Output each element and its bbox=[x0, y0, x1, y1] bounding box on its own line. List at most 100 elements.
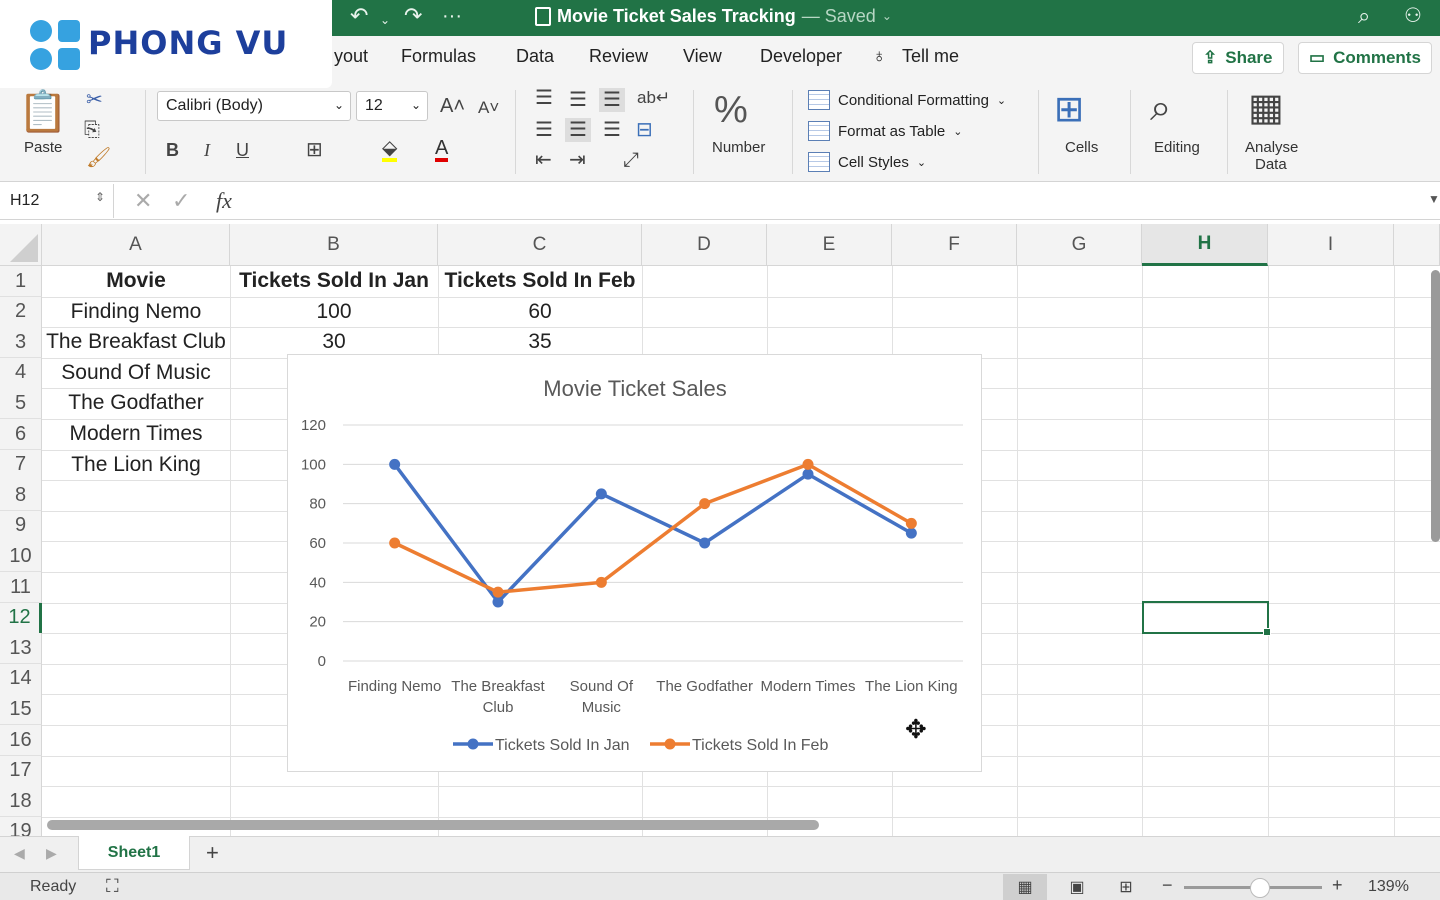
sheet-tab-sheet1[interactable]: Sheet1 bbox=[78, 836, 190, 870]
borders-icon[interactable]: ⊞ bbox=[306, 140, 323, 160]
horizontal-scrollbar[interactable] bbox=[47, 820, 819, 830]
data-cell-c2[interactable]: 60 bbox=[438, 297, 642, 327]
cells-icon[interactable]: ⊞ bbox=[1054, 90, 1084, 128]
tab-page-layout[interactable]: yout bbox=[334, 46, 368, 67]
row-header-17[interactable]: 17 bbox=[0, 755, 42, 787]
tab-review[interactable]: Review bbox=[589, 46, 648, 67]
increase-indent-icon[interactable]: ⇥ bbox=[569, 150, 586, 170]
bold-button[interactable]: B bbox=[166, 140, 179, 160]
row-header-2[interactable]: 2 bbox=[0, 296, 42, 328]
tab-developer[interactable]: Developer bbox=[760, 46, 842, 67]
increase-font-icon[interactable]: A˄ bbox=[440, 96, 465, 116]
row-header-7[interactable]: 7 bbox=[0, 449, 42, 481]
data-cell-c3[interactable]: 35 bbox=[438, 327, 642, 357]
row-header-3[interactable]: 3 bbox=[0, 327, 42, 359]
align-right-icon[interactable]: ☰ bbox=[603, 120, 621, 140]
tab-view[interactable]: View bbox=[683, 46, 722, 67]
row-header-5[interactable]: 5 bbox=[0, 388, 42, 420]
tab-formulas[interactable]: Formulas bbox=[401, 46, 476, 67]
function-icon[interactable]: fx bbox=[216, 188, 232, 214]
undo-icon[interactable]: ↶ bbox=[350, 2, 368, 30]
zoom-out-button[interactable]: − bbox=[1162, 875, 1173, 896]
data-cell-b2[interactable]: 100 bbox=[230, 297, 438, 327]
decrease-indent-icon[interactable]: ⇤ bbox=[535, 150, 552, 170]
align-middle-icon[interactable]: ☰ bbox=[569, 90, 587, 110]
comments-button[interactable]: ▭ Comments bbox=[1298, 42, 1432, 74]
format-painter-icon[interactable]: 🖌 bbox=[86, 148, 111, 168]
format-as-table-button[interactable]: Format as Table ⌄ bbox=[808, 121, 963, 141]
data-cell-b3[interactable]: 30 bbox=[230, 327, 438, 357]
header-cell-b1[interactable]: Tickets Sold In Jan bbox=[230, 266, 438, 296]
row-header-1[interactable]: 1 bbox=[0, 266, 42, 297]
align-bottom-icon[interactable]: ☰ bbox=[599, 88, 625, 112]
analyse-data-icon[interactable]: ▦ bbox=[1248, 88, 1284, 128]
data-cell-a6[interactable]: Modern Times bbox=[42, 419, 230, 449]
tell-me-search[interactable]: Tell me bbox=[902, 46, 959, 67]
data-cell-a2[interactable]: Finding Nemo bbox=[42, 297, 230, 327]
align-left-icon[interactable]: ☰ bbox=[535, 120, 553, 140]
undo-dropdown-icon[interactable]: ⌄ bbox=[380, 6, 390, 34]
row-header-18[interactable]: 18 bbox=[0, 786, 42, 818]
editing-label[interactable]: Editing bbox=[1154, 139, 1200, 156]
cells-label[interactable]: Cells bbox=[1065, 139, 1098, 156]
accessibility-icon[interactable]: ⛶ bbox=[106, 876, 119, 897]
align-top-icon[interactable]: ☰ bbox=[535, 88, 553, 108]
row-header-6[interactable]: 6 bbox=[0, 419, 42, 450]
row-header-14[interactable]: 14 bbox=[0, 663, 42, 695]
font-color-icon[interactable]: A bbox=[435, 138, 449, 162]
column-header-c[interactable]: C bbox=[438, 224, 642, 266]
percent-icon[interactable]: % bbox=[714, 90, 748, 130]
font-name-select[interactable]: Calibri (Body) ⌄ bbox=[157, 91, 351, 121]
column-header-f[interactable]: F bbox=[892, 224, 1017, 266]
row-header-11[interactable]: 11 bbox=[0, 572, 42, 603]
analyse-data-label-1[interactable]: Analyse bbox=[1245, 139, 1298, 156]
tab-data[interactable]: Data bbox=[516, 46, 554, 67]
redo-icon[interactable]: ↷ bbox=[404, 2, 422, 30]
share-people-icon[interactable]: ⚇ bbox=[1404, 2, 1422, 30]
column-header-h[interactable]: H bbox=[1142, 224, 1268, 266]
line-chart[interactable]: Movie Ticket Sales 0 20 40 60 80 100 120 Finding… bbox=[287, 354, 982, 772]
selected-cell-h12[interactable] bbox=[1142, 601, 1271, 636]
merge-cells-icon[interactable]: ⊟ bbox=[636, 120, 653, 140]
zoom-in-button[interactable]: + bbox=[1332, 875, 1343, 896]
zoom-level[interactable]: 139% bbox=[1368, 878, 1409, 896]
row-header-12[interactable]: 12 bbox=[0, 602, 42, 634]
orientation-icon[interactable]: ⤢ bbox=[623, 150, 639, 170]
editing-search-icon[interactable]: ⌕ bbox=[1150, 88, 1171, 128]
share-button[interactable]: ⇪ Share bbox=[1192, 42, 1284, 74]
data-cell-a7[interactable]: The Lion King bbox=[42, 450, 230, 480]
number-label[interactable]: Number bbox=[712, 139, 765, 156]
prev-sheet-icon[interactable]: ◀ bbox=[14, 845, 25, 862]
spinner-icon[interactable]: ⇕ bbox=[95, 190, 105, 204]
copy-icon[interactable]: ⎘ bbox=[84, 120, 100, 140]
column-header-b[interactable]: B bbox=[230, 224, 438, 266]
wrap-text-icon[interactable]: ab↵ bbox=[637, 88, 670, 108]
align-center-icon[interactable]: ☰ bbox=[565, 118, 591, 142]
analyse-data-label-2[interactable]: Data bbox=[1255, 156, 1287, 173]
column-header-g[interactable]: G bbox=[1017, 224, 1142, 266]
italic-button[interactable]: I bbox=[204, 140, 210, 160]
fill-color-icon[interactable]: ⬙ bbox=[382, 138, 398, 162]
zoom-slider-thumb[interactable] bbox=[1250, 878, 1270, 898]
column-header-i[interactable]: I bbox=[1268, 224, 1394, 266]
row-header-19[interactable]: 19 bbox=[0, 816, 42, 836]
row-header-8[interactable]: 8 bbox=[0, 480, 42, 512]
paste-label[interactable]: Paste bbox=[24, 139, 62, 156]
cut-icon[interactable]: ✂ bbox=[86, 90, 103, 110]
add-sheet-button[interactable]: + bbox=[206, 840, 219, 866]
column-header-a[interactable]: A bbox=[42, 224, 230, 266]
row-header-10[interactable]: 10 bbox=[0, 541, 42, 573]
underline-button[interactable]: U bbox=[236, 140, 249, 160]
title-chevron-icon[interactable]: ⌄ bbox=[882, 9, 892, 23]
cancel-icon[interactable]: ✕ bbox=[134, 188, 152, 214]
column-header-e[interactable]: E bbox=[767, 224, 892, 266]
paste-icon[interactable]: 📋 bbox=[18, 92, 68, 132]
data-cell-a4[interactable]: Sound Of Music bbox=[42, 358, 230, 388]
row-header-13[interactable]: 13 bbox=[0, 633, 42, 665]
row-header-9[interactable]: 9 bbox=[0, 510, 42, 542]
data-cell-a3[interactable]: The Breakfast Club bbox=[42, 327, 230, 357]
expand-formula-icon[interactable]: ▼ bbox=[1428, 192, 1440, 206]
select-all-corner[interactable] bbox=[0, 224, 42, 266]
normal-view-button[interactable]: ▦ bbox=[1003, 874, 1047, 900]
confirm-icon[interactable]: ✓ bbox=[172, 188, 190, 214]
